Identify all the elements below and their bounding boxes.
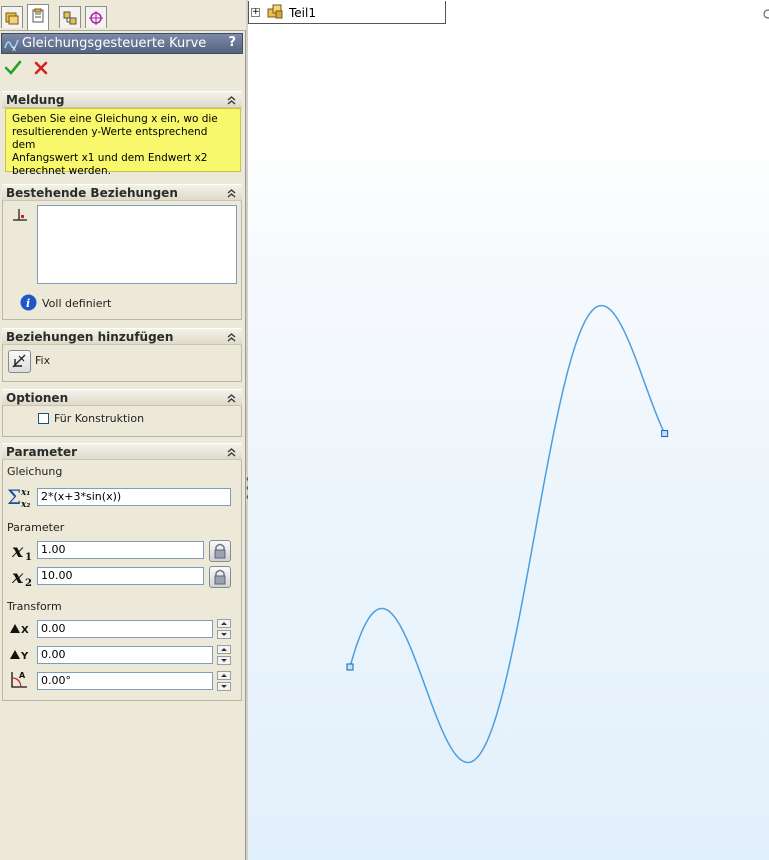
x2-icon: x 2: [12, 566, 32, 588]
svg-text:x₂: x₂: [20, 500, 30, 510]
info-icon: i: [20, 294, 37, 311]
group-existing-relations: Bestehende Beziehungen i Voll definiert: [2, 184, 242, 320]
collapse-chevron-icon[interactable]: [226, 95, 237, 106]
tab-configuration-manager[interactable]: [59, 6, 81, 28]
feature-tree-icon: [5, 12, 19, 25]
checkmark-icon: [4, 60, 22, 75]
delta-y-icon: Y: [10, 650, 29, 662]
svg-text:x: x: [12, 566, 24, 588]
fix-relation-label: Fix: [35, 354, 51, 367]
group-add-relations-header[interactable]: Beziehungen hinzufügen: [2, 328, 242, 345]
collapse-chevron-icon[interactable]: [226, 393, 237, 404]
ok-button[interactable]: [4, 59, 24, 79]
definition-status: Voll definiert: [42, 297, 112, 310]
delta-x-spinner[interactable]: [217, 619, 231, 639]
tab-feature-manager[interactable]: [1, 6, 23, 28]
graphics-area[interactable]: [248, 0, 769, 860]
group-message-header[interactable]: Meldung: [2, 91, 242, 108]
part-icon: [267, 4, 283, 19]
svg-text:i: i: [26, 297, 30, 310]
relation-icon: [13, 209, 27, 221]
configuration-icon: [63, 11, 77, 25]
sum-equation-icon: Σ x₁ x₂: [7, 485, 30, 510]
x1-icon: x 1: [12, 540, 32, 562]
svg-text:x₁: x₁: [20, 488, 30, 498]
lock-icon: [214, 569, 226, 585]
svg-text:2: 2: [25, 578, 32, 588]
equation-input[interactable]: 2*(x+3*sin(x)): [37, 488, 231, 506]
tree-root-label[interactable]: Teil1: [289, 6, 316, 20]
feature-title: Gleichungsgesteuerte Kurve: [22, 36, 207, 51]
svg-text:X: X: [21, 625, 29, 636]
lock-icon: [214, 543, 226, 559]
tree-expand-icon[interactable]: +: [251, 8, 260, 17]
equation-label: Gleichung: [7, 465, 63, 478]
svg-text:1: 1: [25, 552, 32, 562]
delta-x-icon: X: [10, 624, 29, 636]
svg-text:A: A: [19, 671, 26, 680]
group-existing-relations-header[interactable]: Bestehende Beziehungen: [2, 184, 242, 201]
tab-property-manager[interactable]: [27, 4, 49, 30]
message-box: Geben Sie eine Gleichung x ein, wo die r…: [5, 108, 241, 177]
group-add-relations: Beziehungen hinzufügen Fix: [2, 328, 242, 382]
delta-x-input[interactable]: 0.00: [37, 620, 213, 638]
delta-y-spinner[interactable]: [217, 645, 231, 665]
x2-lock-button[interactable]: [209, 566, 231, 588]
fix-icon: [12, 354, 26, 368]
svg-text:Y: Y: [20, 651, 29, 662]
curve-canvas: [346, 304, 669, 764]
svg-text:x: x: [12, 45, 16, 52]
collapse-chevron-icon[interactable]: [226, 332, 237, 343]
property-sheet-icon: [32, 8, 44, 23]
curve-start-point[interactable]: [346, 663, 354, 671]
delta-y-input[interactable]: 0.00: [37, 646, 213, 664]
equation-curve[interactable]: [349, 304, 666, 764]
feature-title-bar: x Gleichungsgesteuerte Kurve ?: [1, 33, 243, 54]
angle-input[interactable]: 0.00°: [37, 672, 213, 690]
curve-end-point[interactable]: [661, 430, 669, 438]
group-options-header[interactable]: Optionen: [2, 389, 242, 406]
rotation-angle-icon: A: [11, 671, 27, 688]
construction-checkbox[interactable]: [38, 413, 49, 424]
svg-text:Σ: Σ: [7, 485, 21, 509]
svg-text:x: x: [12, 540, 24, 562]
x1-input[interactable]: 1.00: [37, 541, 204, 559]
angle-spinner[interactable]: [217, 671, 231, 691]
group-parameters-header[interactable]: Parameter: [2, 443, 242, 460]
construction-label: Für Konstruktion: [54, 412, 145, 425]
transform-label: Transform: [7, 600, 62, 613]
cancel-button[interactable]: [32, 59, 52, 79]
ok-cancel-bar: [4, 59, 56, 79]
help-icon[interactable]: ?: [228, 35, 236, 50]
crosshair-icon: [89, 11, 103, 25]
x2-input[interactable]: 10.00: [37, 567, 204, 585]
group-message: Meldung Geben Sie eine Gleichung x ein, …: [2, 91, 242, 177]
manager-tabs: [0, 0, 246, 31]
existing-relations-list[interactable]: [37, 205, 237, 284]
property-manager: x Gleichungsgesteuerte Kurve ? Meldung G…: [0, 0, 246, 860]
group-parameters: Parameter Gleichung Σ x₁ x₂ 2*(x+3*sin(x…: [2, 443, 242, 701]
collapse-chevron-icon[interactable]: [226, 188, 237, 199]
feature-tree-flyout: + Teil1: [248, 1, 446, 24]
equation-curve-icon: x: [4, 39, 19, 52]
close-icon: [34, 61, 47, 75]
triad-corner-icon: [763, 9, 769, 19]
fix-relation-button[interactable]: [8, 350, 31, 373]
parameter-label: Parameter: [7, 521, 65, 534]
tab-dimxpert-manager[interactable]: [85, 6, 107, 28]
group-options: Optionen Für Konstruktion: [2, 389, 242, 437]
x1-lock-button[interactable]: [209, 540, 231, 562]
collapse-chevron-icon[interactable]: [226, 447, 237, 458]
